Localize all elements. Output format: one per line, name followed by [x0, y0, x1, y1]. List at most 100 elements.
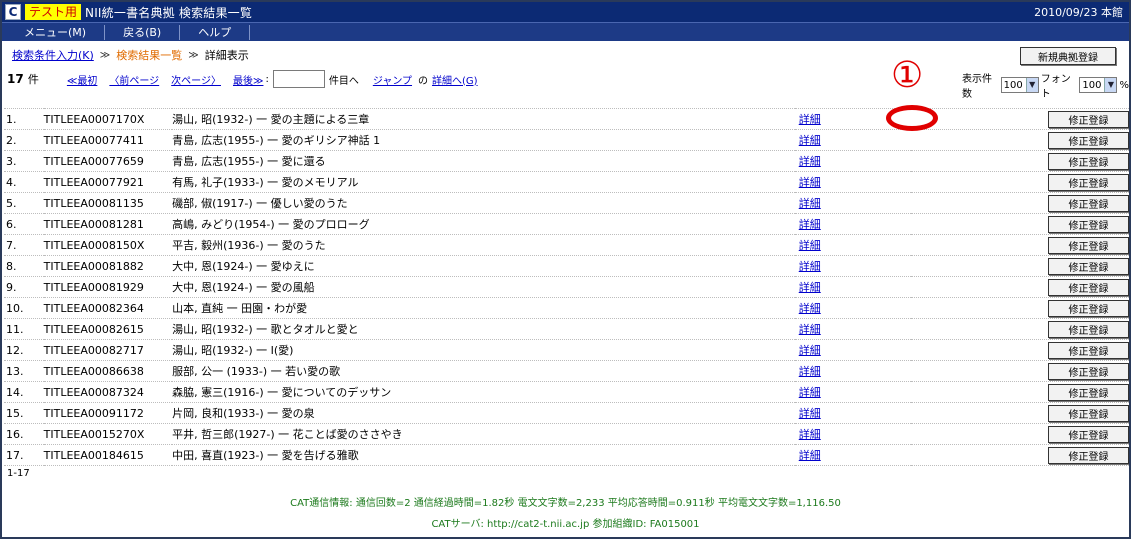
detail-link[interactable]: 詳細	[799, 239, 821, 252]
percent-label: %	[1119, 79, 1129, 91]
row-record-id: TITLEEA00087324	[43, 381, 173, 403]
edit-register-button[interactable]: 修正登録	[1048, 362, 1129, 380]
detail-link[interactable]: 詳細	[799, 386, 821, 399]
result-range: 1-17	[7, 468, 30, 479]
row-detail-cell: 詳細	[794, 381, 911, 403]
detail-link[interactable]: 詳細	[799, 113, 821, 126]
table-row: 15. TITLEEA00091172 片岡, 良和(1933-) 一 愛の泉 詳細 修…	[4, 402, 1129, 424]
detail-link[interactable]: 詳細	[799, 344, 821, 357]
row-title: 湯山, 昭(1932-) 一 I(愛)	[172, 339, 795, 361]
detail-link[interactable]: 詳細	[799, 407, 821, 420]
edit-register-button[interactable]: 修正登録	[1048, 110, 1129, 128]
row-title: 湯山, 昭(1932-) 一 歌とタオルと愛と	[172, 318, 795, 340]
edit-register-button[interactable]: 修正登録	[1048, 404, 1129, 422]
row-number: 10.	[4, 297, 44, 319]
detail-link[interactable]: 詳細	[799, 365, 821, 378]
row-record-id: TITLEEA00081135	[43, 192, 173, 214]
row-title: 平井, 哲三郎(1927-) 一 花ことば愛のささやき	[172, 423, 795, 445]
detail-link[interactable]: 詳細	[799, 197, 821, 210]
table-row: 13. TITLEEA00086638 服部, 公一 (1933-) 一 若い愛の歌…	[4, 360, 1129, 382]
cat-comm-info: CAT通信情報: 通信回数=2 通信経過時間=1.82秒 電文文字数=2,233…	[290, 498, 841, 509]
next-page-link[interactable]: 次ページ〉	[171, 72, 221, 87]
row-record-id: TITLEEA00082615	[43, 318, 173, 340]
detail-link[interactable]: 詳細	[799, 155, 821, 168]
result-count: 17 件	[7, 72, 39, 86]
new-authority-button[interactable]: 新規典拠登録	[1020, 47, 1116, 65]
menu-item-menu[interactable]: メニュー(M)	[2, 24, 106, 40]
detail-link[interactable]: 詳細	[799, 323, 821, 336]
menu-item-back[interactable]: 戻る(B)	[105, 24, 181, 40]
detail-link[interactable]: 詳細	[799, 302, 821, 315]
row-record-id: TITLEEA00081882	[43, 255, 173, 277]
row-title: 大中, 恩(1924-) 一 愛ゆえに	[172, 255, 795, 277]
table-row: 14. TITLEEA00087324 森脇, 憲三(1916-) 一 愛についての…	[4, 381, 1129, 403]
row-edit-cell: 修正登録	[911, 171, 1129, 193]
prev-page-link[interactable]: 〈前ページ	[109, 72, 159, 87]
goto-detail-link[interactable]: 詳細へ(G)	[432, 72, 478, 87]
breadcrumb-search-input[interactable]: 検索条件入力(K)	[12, 47, 94, 63]
row-title: 片岡, 良和(1933-) 一 愛の泉	[172, 402, 795, 424]
detail-link[interactable]: 詳細	[799, 449, 821, 462]
row-record-id: TITLEEA00077659	[43, 150, 173, 172]
edit-register-button[interactable]: 修正登録	[1048, 152, 1129, 170]
row-edit-cell: 修正登録	[911, 276, 1129, 298]
row-edit-cell: 修正登録	[911, 150, 1129, 172]
last-page-link[interactable]: 最後≫	[233, 72, 263, 87]
edit-register-button[interactable]: 修正登録	[1048, 320, 1129, 338]
jump-link[interactable]: ジャンプ	[373, 72, 412, 87]
pager-colon: :	[265, 73, 269, 85]
display-count-label: 表示件数	[962, 74, 992, 100]
row-edit-cell: 修正登録	[911, 213, 1129, 235]
edit-register-button[interactable]: 修正登録	[1048, 215, 1129, 233]
edit-register-button[interactable]: 修正登録	[1048, 341, 1129, 359]
row-detail-cell: 詳細	[794, 402, 911, 424]
row-number: 7.	[4, 234, 44, 256]
edit-register-button[interactable]: 修正登録	[1048, 257, 1129, 275]
edit-register-button[interactable]: 修正登録	[1048, 194, 1129, 212]
menu-item-help[interactable]: ヘルプ	[180, 24, 251, 40]
table-row: 5. TITLEEA00081135 磯部, 俶(1917-) 一 優しい愛のうた詳…	[4, 192, 1129, 214]
detail-link[interactable]: 詳細	[799, 428, 821, 441]
edit-register-button[interactable]: 修正登録	[1048, 278, 1129, 296]
goto-item-input[interactable]	[272, 70, 325, 88]
row-title: 青島, 広志(1955-) 一 愛に還る	[172, 150, 795, 172]
row-detail-cell: 詳細	[794, 150, 911, 172]
display-options: 表示件数 100 ▼ フォント 100 ▼ %	[962, 70, 1129, 100]
edit-register-button[interactable]: 修正登録	[1048, 131, 1129, 149]
font-size-select[interactable]: 100 ▼	[1079, 77, 1118, 93]
row-title: 湯山, 昭(1932-) 一 愛の主題による三章	[172, 108, 795, 130]
window-title: NII統一書名典拠 検索結果一覧	[85, 5, 253, 20]
first-page-link[interactable]: ≪最初	[67, 72, 97, 87]
row-detail-cell: 詳細	[794, 318, 911, 340]
row-record-id: TITLEEA00184615	[43, 444, 173, 466]
edit-register-button[interactable]: 修正登録	[1048, 173, 1129, 191]
detail-link[interactable]: 詳細	[799, 260, 821, 273]
edit-register-button[interactable]: 修正登録	[1048, 236, 1129, 254]
row-title: 有馬, 礼子(1933-) 一 愛のメモリアル	[172, 171, 795, 193]
table-row: 4. TITLEEA00077921 有馬, 礼子(1933-) 一 愛のメモリアル…	[4, 171, 1129, 193]
table-row: 1. TITLEEA0007170X 湯山, 昭(1932-) 一 愛の主題による三…	[4, 108, 1129, 130]
font-label: フォント	[1040, 74, 1071, 100]
row-title: 平吉, 毅州(1936-) 一 愛のうた	[172, 234, 795, 256]
row-edit-cell: 修正登録	[911, 339, 1129, 361]
display-count-select[interactable]: 100 ▼	[1000, 77, 1039, 93]
edit-register-button[interactable]: 修正登録	[1048, 383, 1129, 401]
table-row: 6. TITLEEA00081281 高嶋, みどり(1954-) 一 愛のプロロー…	[4, 213, 1129, 235]
table-row: 11. TITLEEA00082615 湯山, 昭(1932-) 一 歌とタオルと愛…	[4, 318, 1129, 340]
table-row: 9. TITLEEA00081929 大中, 恩(1924-) 一 愛の風船 詳細 修正…	[4, 276, 1129, 298]
table-row: 12. TITLEEA00082717 湯山, 昭(1932-) 一 I(愛) 詳細 修…	[4, 339, 1129, 361]
row-title: 高嶋, みどり(1954-) 一 愛のプロローグ	[172, 213, 795, 235]
row-edit-cell: 修正登録	[911, 108, 1129, 130]
row-record-id: TITLEEA00081929	[43, 276, 173, 298]
breadcrumb: 検索条件入力(K) ≫ 検索結果一覧 ≫ 詳細表示	[12, 47, 249, 63]
edit-register-button[interactable]: 修正登録	[1048, 446, 1129, 464]
edit-register-button[interactable]: 修正登録	[1048, 425, 1129, 443]
row-title: 服部, 公一 (1933-) 一 若い愛の歌	[172, 360, 795, 382]
row-detail-cell: 詳細	[794, 423, 911, 445]
detail-link[interactable]: 詳細	[799, 134, 821, 147]
detail-link[interactable]: 詳細	[799, 176, 821, 189]
row-number: 16.	[4, 423, 44, 445]
detail-link[interactable]: 詳細	[799, 281, 821, 294]
edit-register-button[interactable]: 修正登録	[1048, 299, 1129, 317]
detail-link[interactable]: 詳細	[799, 218, 821, 231]
